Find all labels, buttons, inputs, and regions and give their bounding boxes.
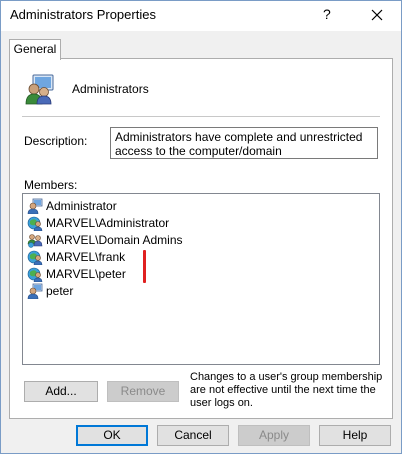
domain-group-icon: [27, 234, 43, 248]
window-title: Administrators Properties: [10, 7, 156, 22]
ok-button[interactable]: OK: [76, 425, 148, 446]
member-name: MARVEL\frank: [46, 250, 126, 264]
apply-button[interactable]: Apply: [238, 425, 310, 446]
divider: [22, 116, 380, 117]
members-label: Members:: [24, 178, 78, 192]
domain-user-icon: [27, 216, 43, 231]
list-item[interactable]: Administrator: [27, 198, 117, 214]
local-user-icon: [27, 283, 43, 299]
list-item[interactable]: MARVEL\frank: [27, 249, 125, 265]
tab-general[interactable]: General: [9, 39, 61, 60]
membership-note: Changes to a user's group membership are…: [190, 371, 383, 409]
red-annotation-mark: [143, 250, 146, 283]
properties-dialog: Administrators Properties ? General Admi…: [0, 0, 402, 454]
domain-user-icon: [27, 267, 43, 282]
member-name: MARVEL\Domain Admins: [46, 233, 183, 247]
member-name: MARVEL\Administrator: [46, 216, 170, 230]
list-item[interactable]: MARVEL\Administrator: [27, 215, 169, 231]
tab-general-label: General: [13, 42, 57, 56]
list-item[interactable]: MARVEL\Domain Admins: [27, 232, 183, 248]
title-bar: Administrators Properties ?: [1, 1, 401, 31]
member-name: MARVEL\peter: [46, 267, 126, 281]
add-button[interactable]: Add...: [24, 381, 98, 402]
domain-user-icon: [27, 250, 43, 265]
close-icon[interactable]: [367, 5, 387, 25]
cancel-button[interactable]: Cancel: [157, 425, 229, 446]
list-item[interactable]: MARVEL\peter: [27, 266, 126, 282]
general-tab-panel: Administrators Description: Administrato…: [9, 58, 393, 419]
local-user-icon: [27, 198, 43, 214]
remove-button[interactable]: Remove: [107, 381, 179, 402]
description-label: Description:: [24, 134, 88, 148]
member-name: peter: [46, 284, 74, 298]
group-users-icon: [25, 74, 54, 105]
member-name: Administrator: [46, 199, 117, 213]
list-item[interactable]: peter: [27, 283, 73, 299]
help-title-button[interactable]: ?: [323, 6, 331, 22]
help-button[interactable]: Help: [319, 425, 391, 446]
group-name: Administrators: [72, 82, 149, 96]
members-list[interactable]: Administrator MARVEL\Administrator MARVE…: [22, 193, 380, 365]
description-field[interactable]: Administrators have complete and unrestr…: [110, 127, 378, 159]
